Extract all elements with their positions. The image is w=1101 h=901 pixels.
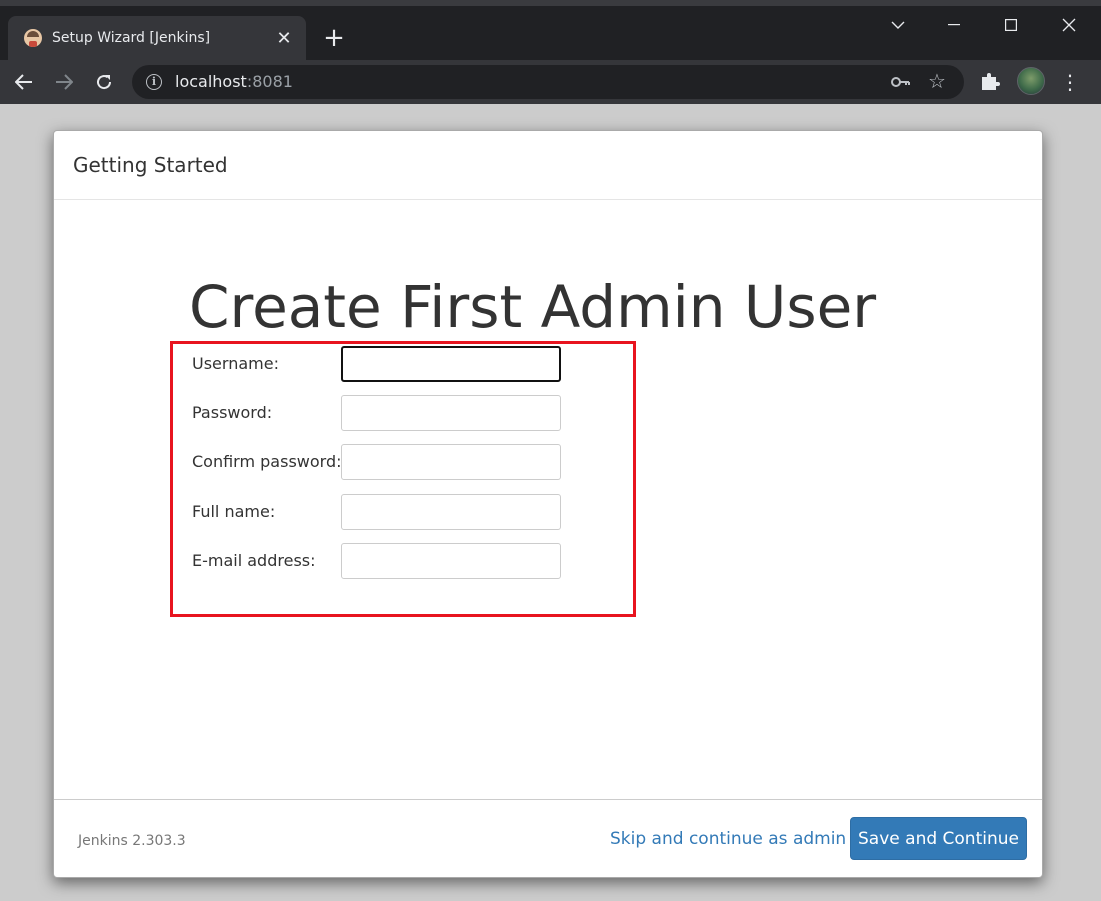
dialog-header: Getting Started [54,131,1042,200]
tab-close-icon[interactable]: ✕ [272,26,296,50]
browser-titlebar: Setup Wizard [Jenkins] ✕ + [0,0,1101,60]
dialog-title: Getting Started [73,153,228,177]
confirm-password-row: Confirm password: [192,444,572,480]
key-icon[interactable] [890,71,914,93]
page-background: Getting Started Create First Admin User … [0,104,1101,901]
save-and-continue-button[interactable]: Save and Continue [850,817,1027,860]
reload-icon[interactable] [90,68,118,96]
puzzle-extension-icon[interactable] [978,69,1004,95]
full-name-row: Full name: [192,494,572,530]
full-name-label: Full name: [192,502,276,521]
new-tab-plus-icon[interactable]: + [320,24,348,52]
full-name-input[interactable] [341,494,561,530]
site-info-icon[interactable]: i [146,74,162,90]
url-host: localhost [175,72,247,91]
tab-search-chevron-down-icon[interactable] [878,10,918,40]
jenkins-version: Jenkins 2.303.3 [78,833,186,849]
password-label: Password: [192,403,273,422]
address-bar[interactable]: i localhost:8081 ☆ [132,65,964,99]
kebab-menu-icon[interactable]: ⋮ [1060,68,1080,96]
password-row: Password: [192,395,572,431]
skip-continue-as-admin-link[interactable]: Skip and continue as admin [610,829,846,849]
dialog-footer: Jenkins 2.303.3 Skip and continue as adm… [54,799,1042,878]
browser-toolbar: i localhost:8081 ☆ [0,60,1101,104]
address-url[interactable]: localhost:8081 [175,72,293,91]
username-input[interactable] [341,346,561,382]
username-row: Username: [192,346,572,382]
profile-avatar[interactable] [1017,67,1045,95]
maximize-icon[interactable] [991,10,1031,40]
email-input[interactable] [341,543,561,579]
window-top-strip [0,0,1101,6]
tab-title: Setup Wizard [Jenkins] [52,30,211,46]
page-heading: Create First Admin User [189,273,877,341]
email-row: E-mail address: [192,543,572,579]
back-arrow-icon[interactable] [10,68,38,96]
forward-arrow-icon[interactable] [50,68,78,96]
jenkins-favicon-icon [24,29,42,47]
username-label: Username: [192,354,279,373]
confirm-password-label: Confirm password: [192,452,342,471]
minimize-icon[interactable] [934,10,974,40]
star-icon[interactable]: ☆ [928,69,946,93]
setup-wizard-dialog: Getting Started Create First Admin User … [53,130,1043,878]
password-input[interactable] [341,395,561,431]
email-label: E-mail address: [192,551,316,570]
window-close-icon[interactable] [1049,10,1089,40]
browser-tab[interactable]: Setup Wizard [Jenkins] ✕ [8,16,306,60]
url-port: :8081 [246,72,293,91]
confirm-password-input[interactable] [341,444,561,480]
